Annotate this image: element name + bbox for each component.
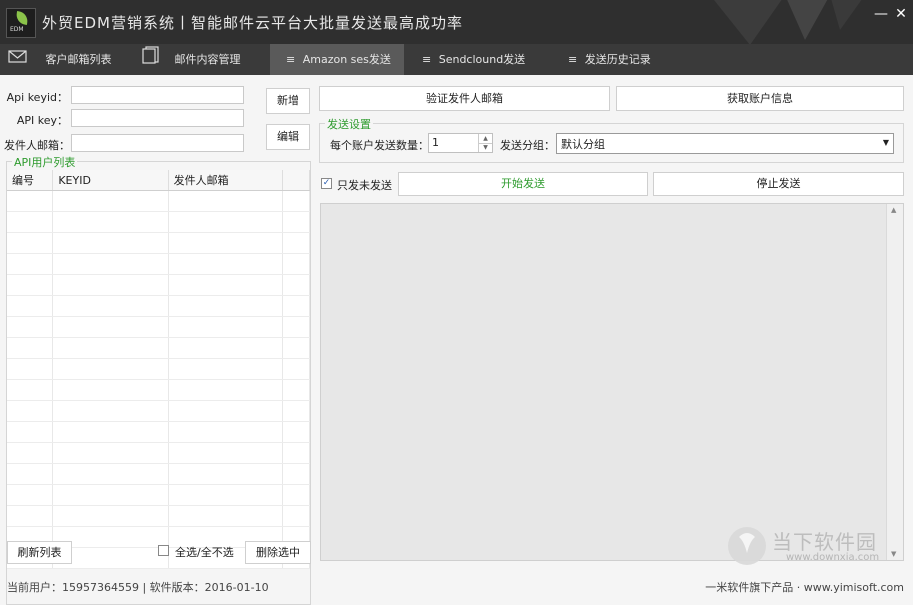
add-button[interactable]: 新增 <box>266 88 310 114</box>
tab-sendcloud[interactable]: ≡ Sendclound发送 <box>404 44 540 75</box>
sender-email-input[interactable] <box>71 134 244 152</box>
api-keyid-input[interactable] <box>71 86 244 104</box>
get-account-info-button[interactable]: 获取账户信息 <box>616 86 904 111</box>
table-row[interactable] <box>7 421 310 443</box>
table-row[interactable] <box>7 484 310 506</box>
send-log-area[interactable]: ▲ ▼ <box>320 203 904 561</box>
api-key-input[interactable] <box>71 109 244 127</box>
envelope-icon <box>8 45 30 76</box>
table-row[interactable] <box>7 232 310 254</box>
title-decoration <box>714 0 862 44</box>
table-row[interactable] <box>7 211 310 233</box>
status-user-version: 当前用户：15957364559 | 软件版本：2016-01-10 <box>7 581 269 594</box>
tab-customer-emails[interactable]: 客户邮箱列表 <box>0 44 133 75</box>
delete-selected-button[interactable]: 删除选中 <box>245 541 311 564</box>
table-row[interactable] <box>7 400 310 422</box>
table-header: 编号 KEYID 发件人邮箱 <box>7 170 310 191</box>
only-unsent-checkbox[interactable]: ✓ <box>321 178 332 189</box>
table-row[interactable] <box>7 379 310 401</box>
select-all-checkbox[interactable] <box>158 545 169 556</box>
verify-sender-button[interactable]: 验证发件人邮箱 <box>319 86 610 111</box>
watermark-title: 当下软件园 <box>772 530 877 554</box>
per-account-spinner[interactable]: 1 ▲ ▼ <box>428 133 493 153</box>
status-bar: 当前用户：15957364559 | 软件版本：2016-01-10 一米软件旗… <box>0 575 913 596</box>
table-row[interactable] <box>7 274 310 296</box>
sender-email-label: 发件人邮箱： <box>4 139 70 152</box>
column-header-keyid[interactable]: KEYID <box>52 170 169 191</box>
stop-send-button[interactable]: 停止发送 <box>653 172 904 196</box>
status-brand: 一米软件旗下产品 · www.yimisoft.com <box>705 581 904 594</box>
chevron-down-icon: ▼ <box>882 138 889 147</box>
per-account-value: 1 <box>432 136 439 149</box>
tab-bar: 客户邮箱列表 邮件内容管理 ≡ Amazon ses发送 ≡ Sendcloun… <box>0 44 913 75</box>
edit-button[interactable]: 编辑 <box>266 124 310 150</box>
table-row[interactable] <box>7 295 310 317</box>
minimize-button[interactable]: — <box>873 6 889 22</box>
api-user-table: 编号 KEYID 发件人邮箱 <box>7 170 310 569</box>
log-scrollbar[interactable]: ▲ ▼ <box>886 204 903 560</box>
api-user-list-title: API用户列表 <box>12 154 78 170</box>
group-select-value: 默认分组 <box>561 138 605 151</box>
table-row[interactable] <box>7 442 310 464</box>
table-row[interactable] <box>7 316 310 338</box>
send-settings-title: 发送设置 <box>325 116 373 132</box>
list-icon: ≡ <box>422 53 432 66</box>
only-unsent-label: 只发未发送 <box>337 179 392 192</box>
table-row[interactable] <box>7 190 310 212</box>
select-all-label: 全选/全不选 <box>175 546 234 559</box>
group-select[interactable]: 默认分组 ▼ <box>556 133 894 154</box>
table-row[interactable] <box>7 358 310 380</box>
table-row[interactable] <box>7 463 310 485</box>
watermark-url: www.downxia.com <box>786 552 880 563</box>
app-title: 外贸EDM营销系统丨智能邮件云平台大批量发送最高成功率 <box>42 14 463 32</box>
list-icon: ≡ <box>286 53 296 66</box>
start-send-button[interactable]: 开始发送 <box>398 172 648 196</box>
table-row[interactable] <box>7 337 310 359</box>
tab-amazon-ses[interactable]: ≡ Amazon ses发送 <box>270 44 404 75</box>
per-account-label: 每个账户发送数量： <box>330 139 429 152</box>
title-bar: EDM 外贸EDM营销系统丨智能邮件云平台大批量发送最高成功率 — ✕ <box>0 0 913 44</box>
document-icon <box>141 45 161 76</box>
column-header-id[interactable]: 编号 <box>7 170 54 191</box>
watermark: 当下软件园 www.downxia.com <box>726 523 906 569</box>
group-label: 发送分组： <box>500 139 555 152</box>
watermark-logo-icon <box>728 527 766 565</box>
api-keyid-label: Api keyid： <box>6 91 68 104</box>
column-header-sender[interactable]: 发件人邮箱 <box>168 170 284 191</box>
api-user-table-body <box>7 190 310 569</box>
spinner-down-icon[interactable]: ▼ <box>478 143 492 152</box>
table-row[interactable] <box>7 505 310 527</box>
app-logo: EDM <box>6 8 36 38</box>
api-user-panel: Api keyid： API key： 发件人邮箱： 新增 编辑 API用户列表… <box>0 75 316 605</box>
tab-content-manage[interactable]: 邮件内容管理 <box>133 44 270 75</box>
scroll-up-icon[interactable]: ▲ <box>891 206 896 214</box>
close-button[interactable]: ✕ <box>893 6 909 22</box>
api-key-label: API key： <box>16 114 68 127</box>
table-row[interactable] <box>7 253 310 275</box>
list-icon: ≡ <box>568 53 578 66</box>
tab-send-history[interactable]: ≡ 发送历史记录 <box>540 44 674 75</box>
refresh-list-button[interactable]: 刷新列表 <box>7 541 72 564</box>
